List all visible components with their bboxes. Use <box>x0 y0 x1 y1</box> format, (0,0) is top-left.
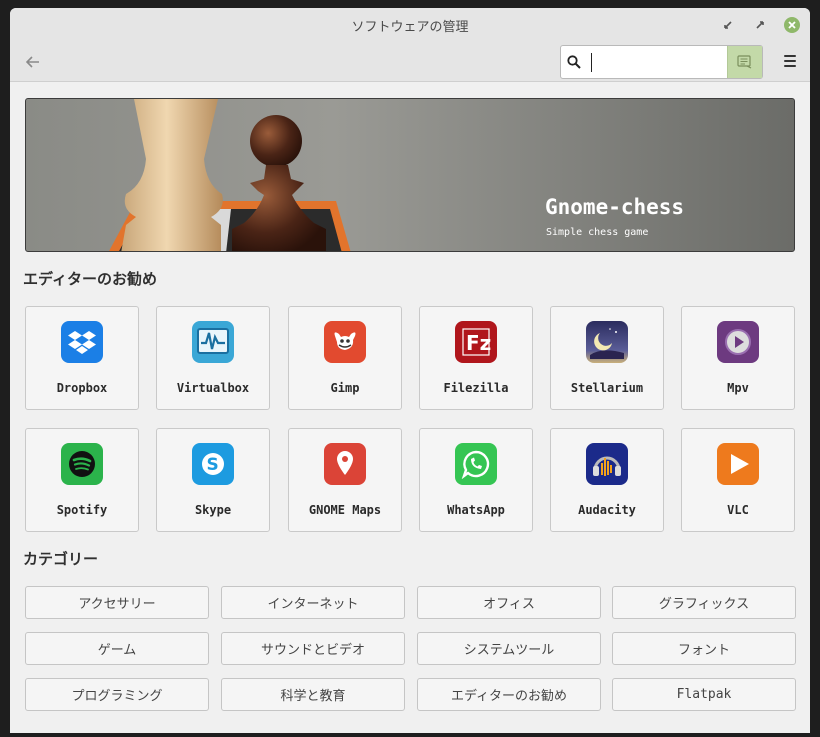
main-content: Gnome-chess Simple chess game エディターのお勧め … <box>10 82 810 733</box>
app-name: GNOME Maps <box>308 503 382 517</box>
banner-title: Gnome-chess <box>545 195 685 219</box>
app-tile-mpv[interactable]: Mpv <box>681 306 795 410</box>
category-science-education[interactable]: 科学と教育 <box>221 678 405 711</box>
app-name: Gimp <box>330 381 360 395</box>
app-tile-gnome-maps[interactable]: GNOME Maps <box>288 428 402 532</box>
app-tile-skype[interactable]: S Skype <box>156 428 270 532</box>
window-controls <box>720 17 800 33</box>
app-name: Audacity <box>578 503 636 517</box>
app-name: Stellarium <box>570 381 644 395</box>
category-editors-picks[interactable]: エディターのお勧め <box>417 678 601 711</box>
maximize-button[interactable] <box>752 17 768 33</box>
search-icon <box>561 55 587 69</box>
app-tile-gimp[interactable]: Gimp <box>288 306 402 410</box>
search-field[interactable] <box>560 45 763 79</box>
toolbar <box>10 42 810 82</box>
software-manager-window: ソフトウェアの管理 Gnome-chess Simple chess game … <box>10 8 810 733</box>
app-tile-virtualbox[interactable]: Virtualbox <box>156 306 270 410</box>
app-name: Filezilla <box>443 381 509 395</box>
package-description-icon <box>737 55 752 69</box>
back-button[interactable] <box>22 51 44 73</box>
category-internet[interactable]: インターネット <box>221 586 405 619</box>
category-graphics[interactable]: グラフィックス <box>612 586 796 619</box>
app-name: Virtualbox <box>176 381 250 395</box>
category-sound-video[interactable]: サウンドとビデオ <box>221 632 405 665</box>
app-tile-filezilla[interactable]: Fz Filezilla <box>419 306 533 410</box>
category-programming[interactable]: プログラミング <box>25 678 209 711</box>
category-fonts[interactable]: フォント <box>612 632 796 665</box>
search-in-descriptions-toggle[interactable] <box>727 46 762 78</box>
category-system-tools[interactable]: システムツール <box>417 632 601 665</box>
featured-banner[interactable]: Gnome-chess Simple chess game <box>25 98 795 252</box>
category-flatpak[interactable]: Flatpak <box>612 678 796 711</box>
app-tile-vlc[interactable]: VLC <box>681 428 795 532</box>
dropbox-icon <box>61 321 103 363</box>
text-cursor <box>591 53 592 72</box>
maps-pin-icon <box>324 443 366 485</box>
svg-text:S: S <box>207 455 219 475</box>
titlebar: ソフトウェアの管理 <box>10 8 810 42</box>
whatsapp-icon <box>455 443 497 485</box>
category-accessories[interactable]: アクセサリー <box>25 586 209 619</box>
stellarium-icon <box>586 321 628 363</box>
app-name: Mpv <box>727 381 749 395</box>
mpv-icon <box>717 321 759 363</box>
search-input[interactable] <box>587 47 723 77</box>
app-name: VLC <box>727 503 749 517</box>
window-title: ソフトウェアの管理 <box>351 19 469 35</box>
vlc-icon <box>717 443 759 485</box>
menu-line <box>784 60 796 62</box>
app-name: WhatsApp <box>447 503 505 517</box>
categories-heading: カテゴリー <box>23 550 99 568</box>
minimize-icon <box>724 21 732 29</box>
arrow-left-icon <box>26 56 39 68</box>
virtualbox-icon <box>192 321 234 363</box>
audacity-icon <box>586 443 628 485</box>
featured-heading: エディターのお勧め <box>23 270 157 288</box>
chess-pieces-illustration <box>109 99 351 251</box>
skype-icon: S <box>192 443 234 485</box>
category-games[interactable]: ゲーム <box>25 632 209 665</box>
gimp-icon <box>324 321 366 363</box>
app-tile-spotify[interactable]: Spotify <box>25 428 139 532</box>
minimize-button[interactable] <box>720 17 736 33</box>
menu-line <box>784 65 796 67</box>
svg-text:Fz: Fz <box>466 331 491 355</box>
app-name: Spotify <box>56 503 108 517</box>
banner-subtitle: Simple chess game <box>546 227 649 238</box>
app-tile-dropbox[interactable]: Dropbox <box>25 306 139 410</box>
close-icon <box>788 21 796 29</box>
spotify-icon <box>61 443 103 485</box>
app-tile-whatsapp[interactable]: WhatsApp <box>419 428 533 532</box>
app-tile-stellarium[interactable]: Stellarium <box>550 306 664 410</box>
category-office[interactable]: オフィス <box>417 586 601 619</box>
app-tile-audacity[interactable]: Audacity <box>550 428 664 532</box>
menu-line <box>784 55 796 57</box>
maximize-icon <box>756 21 764 29</box>
app-name: Dropbox <box>56 381 108 395</box>
hamburger-menu-button[interactable] <box>782 53 798 69</box>
close-button[interactable] <box>784 17 800 33</box>
app-name: Skype <box>194 503 232 517</box>
filezilla-icon: Fz <box>455 321 497 363</box>
